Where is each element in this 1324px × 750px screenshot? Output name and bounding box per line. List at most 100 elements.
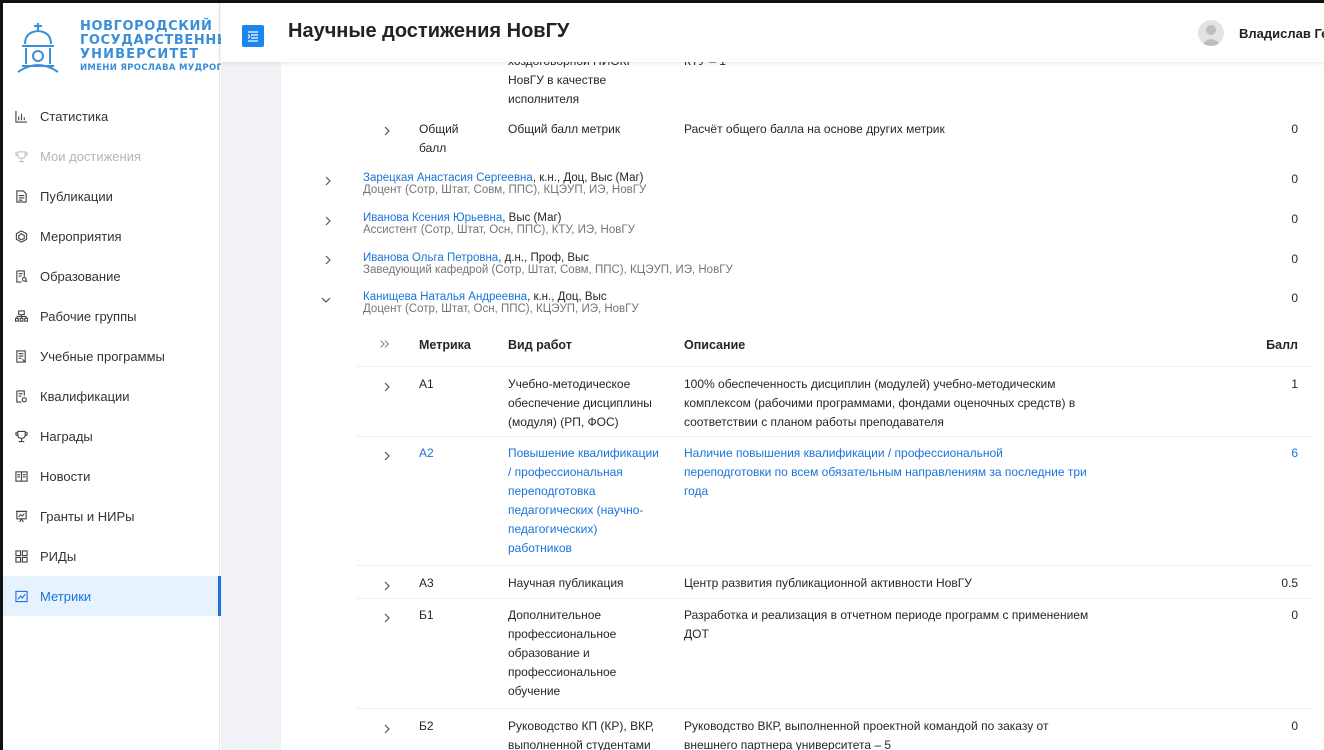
partial-vid-line: исполнителя <box>508 92 580 106</box>
sidebar-item-label: Рабочие группы <box>40 308 137 324</box>
sidebar-menu: Статистика Мои достижения Публикации Мер… <box>0 96 221 616</box>
expand-row-chevron-icon[interactable] <box>381 611 393 627</box>
desc-line: года <box>684 484 709 498</box>
menu-fold-icon <box>247 31 258 42</box>
sidebar-item-grants[interactable]: Гранты и НИРы <box>0 496 220 536</box>
person-name-link[interactable]: Иванова Ксения Юрьевна <box>363 212 502 224</box>
expand-person-chevron-icon[interactable] <box>322 253 334 269</box>
metric-vid[interactable]: Повышение квалификации / профессиональна… <box>508 444 659 558</box>
partial-vid-cell: хоздоговорной НИОКР НовГУ в качестве исп… <box>508 62 635 109</box>
sidebar-item-metrics[interactable]: Метрики <box>0 576 221 616</box>
metric-vid: Руководство КП (КР), ВКР, выполненной ст… <box>508 717 654 750</box>
expand-row-chevron-icon[interactable] <box>381 449 393 465</box>
person-title: , к.н., Доц, Выс <box>527 291 607 303</box>
sidebar-item-education[interactable]: Образование <box>0 256 220 296</box>
person-position: Заведующий кафедрой (Сотр, Штат, Совм, П… <box>363 264 733 276</box>
university-logo[interactable]: НОВГОРОДСКИЙ ГОСУДАРСТВЕННЫЙ УНИВЕРСИТЕТ… <box>10 14 242 86</box>
vid-line: (модуля) (РП, ФОС) <box>508 415 619 429</box>
vid-line: Учебно-методическое <box>508 377 631 391</box>
expand-row-chevron-icon[interactable] <box>381 722 393 738</box>
logo-line-1: НОВГОРОДСКИЙ <box>80 19 213 34</box>
person-row: Иванова Ольга Петровна, д.н., Проф, Выс … <box>363 252 733 276</box>
sidebar-item-label: Учебные программы <box>40 348 165 364</box>
desc-line: соответствии с планом работы преподавате… <box>684 415 944 429</box>
document-icon <box>14 189 28 203</box>
total-score-cell: 0 <box>1291 122 1298 136</box>
vid-line: профессиональное <box>508 627 617 641</box>
metric-score[interactable]: 6 <box>1291 444 1298 463</box>
presentation-icon <box>14 509 28 523</box>
sidebar-item-events[interactable]: Мероприятия <box>0 216 220 256</box>
vid-line: педагогических) <box>508 522 598 536</box>
sidebar-item-rids[interactable]: РИДы <box>0 536 220 576</box>
expand-row-chevron-icon[interactable] <box>381 124 393 140</box>
person-position: Ассистент (Сотр, Штат, Осн, ППС), КТУ, И… <box>363 224 635 236</box>
user-name[interactable]: Владислав Ге <box>1239 26 1324 41</box>
vid-line: обучение <box>508 684 561 698</box>
vid-line: профессиональное <box>508 665 617 679</box>
sidebar-item-curricula[interactable]: Учебные программы <box>0 336 220 376</box>
desc-line: 100% обеспеченность дисциплин (модулей) … <box>684 377 1056 391</box>
sidebar-item-label: Мероприятия <box>40 228 122 244</box>
desc-line: внешнего партнера университета – 5 <box>684 738 892 750</box>
vid-line: переподготовка <box>508 484 596 498</box>
vid-line: / профессиональная <box>508 465 623 479</box>
logo-line-4: ИМЕНИ ЯРОСЛАВА МУДРОГО <box>80 63 230 73</box>
network-icon <box>14 229 28 243</box>
sidebar-item-statistics[interactable]: Статистика <box>0 96 220 136</box>
trophy-icon <box>14 149 28 163</box>
vid-line: Руководство КП (КР), ВКР, <box>508 719 655 733</box>
person-score: 0 <box>1291 252 1298 266</box>
vid-line: выполненной студентами <box>508 738 651 750</box>
expand-row-chevron-icon[interactable] <box>381 579 393 595</box>
menu-toggle-button[interactable] <box>242 25 264 47</box>
sidebar-item-awards[interactable]: Награды <box>0 416 220 456</box>
metric-score: 1 <box>1291 377 1298 391</box>
metric-description: Разработка и реализация в отчетном перио… <box>684 606 1088 644</box>
vid-line: образование и <box>508 646 590 660</box>
column-header-description[interactable]: Описание <box>684 338 745 352</box>
content-gutter <box>221 62 281 750</box>
person-name-link[interactable]: Иванова Ольга Петровна <box>363 252 498 264</box>
total-metric-cell: Общий балл <box>419 120 459 158</box>
desc-line: комплексом (рабочими программами, фондам… <box>684 396 1076 410</box>
metric-code[interactable]: А2 <box>419 444 434 463</box>
collapse-person-chevron-icon[interactable] <box>320 293 332 309</box>
sidebar-item-label: Новости <box>40 468 91 484</box>
news-icon <box>14 469 28 483</box>
person-row: Зарецкая Анастасия Сергеевна, к.н., Доц,… <box>363 172 646 196</box>
expand-row-chevron-icon[interactable] <box>381 380 393 396</box>
metric-description: Центр развития публикационной активности… <box>684 576 972 590</box>
sidebar-item-label: Награды <box>40 428 93 444</box>
sidebar-item-publications[interactable]: Публикации <box>0 176 220 216</box>
sidebar-item-my-achievements[interactable]: Мои достижения <box>0 136 220 176</box>
metric-vid: Дополнительное профессиональное образова… <box>508 606 616 701</box>
person-row: Канищева Наталья Андреевна, к.н., Доц, В… <box>363 291 639 315</box>
vid-line: работников <box>508 541 572 555</box>
vid-line: Дополнительное <box>508 608 602 622</box>
metric-description[interactable]: Наличие повышения квалификации / професс… <box>684 444 1087 501</box>
vid-line: обеспечение дисциплины <box>508 396 652 410</box>
expand-person-chevron-icon[interactable] <box>322 174 334 190</box>
metric-vid: Научная публикация <box>508 576 624 590</box>
top-header: Научные достижения НовГУ Владислав Ге <box>221 0 1324 62</box>
university-emblem-icon <box>17 23 59 73</box>
sidebar-item-label: Гранты и НИРы <box>40 508 135 524</box>
expand-all-chevron-icon[interactable] <box>379 337 391 353</box>
metric-score: 0.5 <box>1281 576 1298 590</box>
sidebar-item-working-groups[interactable]: Рабочие группы <box>0 296 220 336</box>
metric-code: А3 <box>419 576 434 590</box>
column-header-metric[interactable]: Метрика <box>419 338 471 352</box>
column-header-vid[interactable]: Вид работ <box>508 338 572 352</box>
total-vid-cell: Общий балл метрик <box>508 122 621 136</box>
person-name-link[interactable]: Канищева Наталья Андреевна <box>363 291 527 303</box>
user-avatar[interactable] <box>1198 20 1224 46</box>
person-title: , к.н., Доц, Выс (Маг) <box>532 172 644 184</box>
column-header-score[interactable]: Балл <box>1266 338 1298 352</box>
sidebar-item-news[interactable]: Новости <box>0 456 220 496</box>
person-name-link[interactable]: Зарецкая Анастасия Сергеевна <box>363 172 533 184</box>
bar-chart-icon <box>14 109 28 123</box>
expand-person-chevron-icon[interactable] <box>322 214 334 230</box>
sidebar-item-qualifications[interactable]: Квалификации <box>0 376 220 416</box>
metric-description: 100% обеспеченность дисциплин (модулей) … <box>684 375 1075 432</box>
